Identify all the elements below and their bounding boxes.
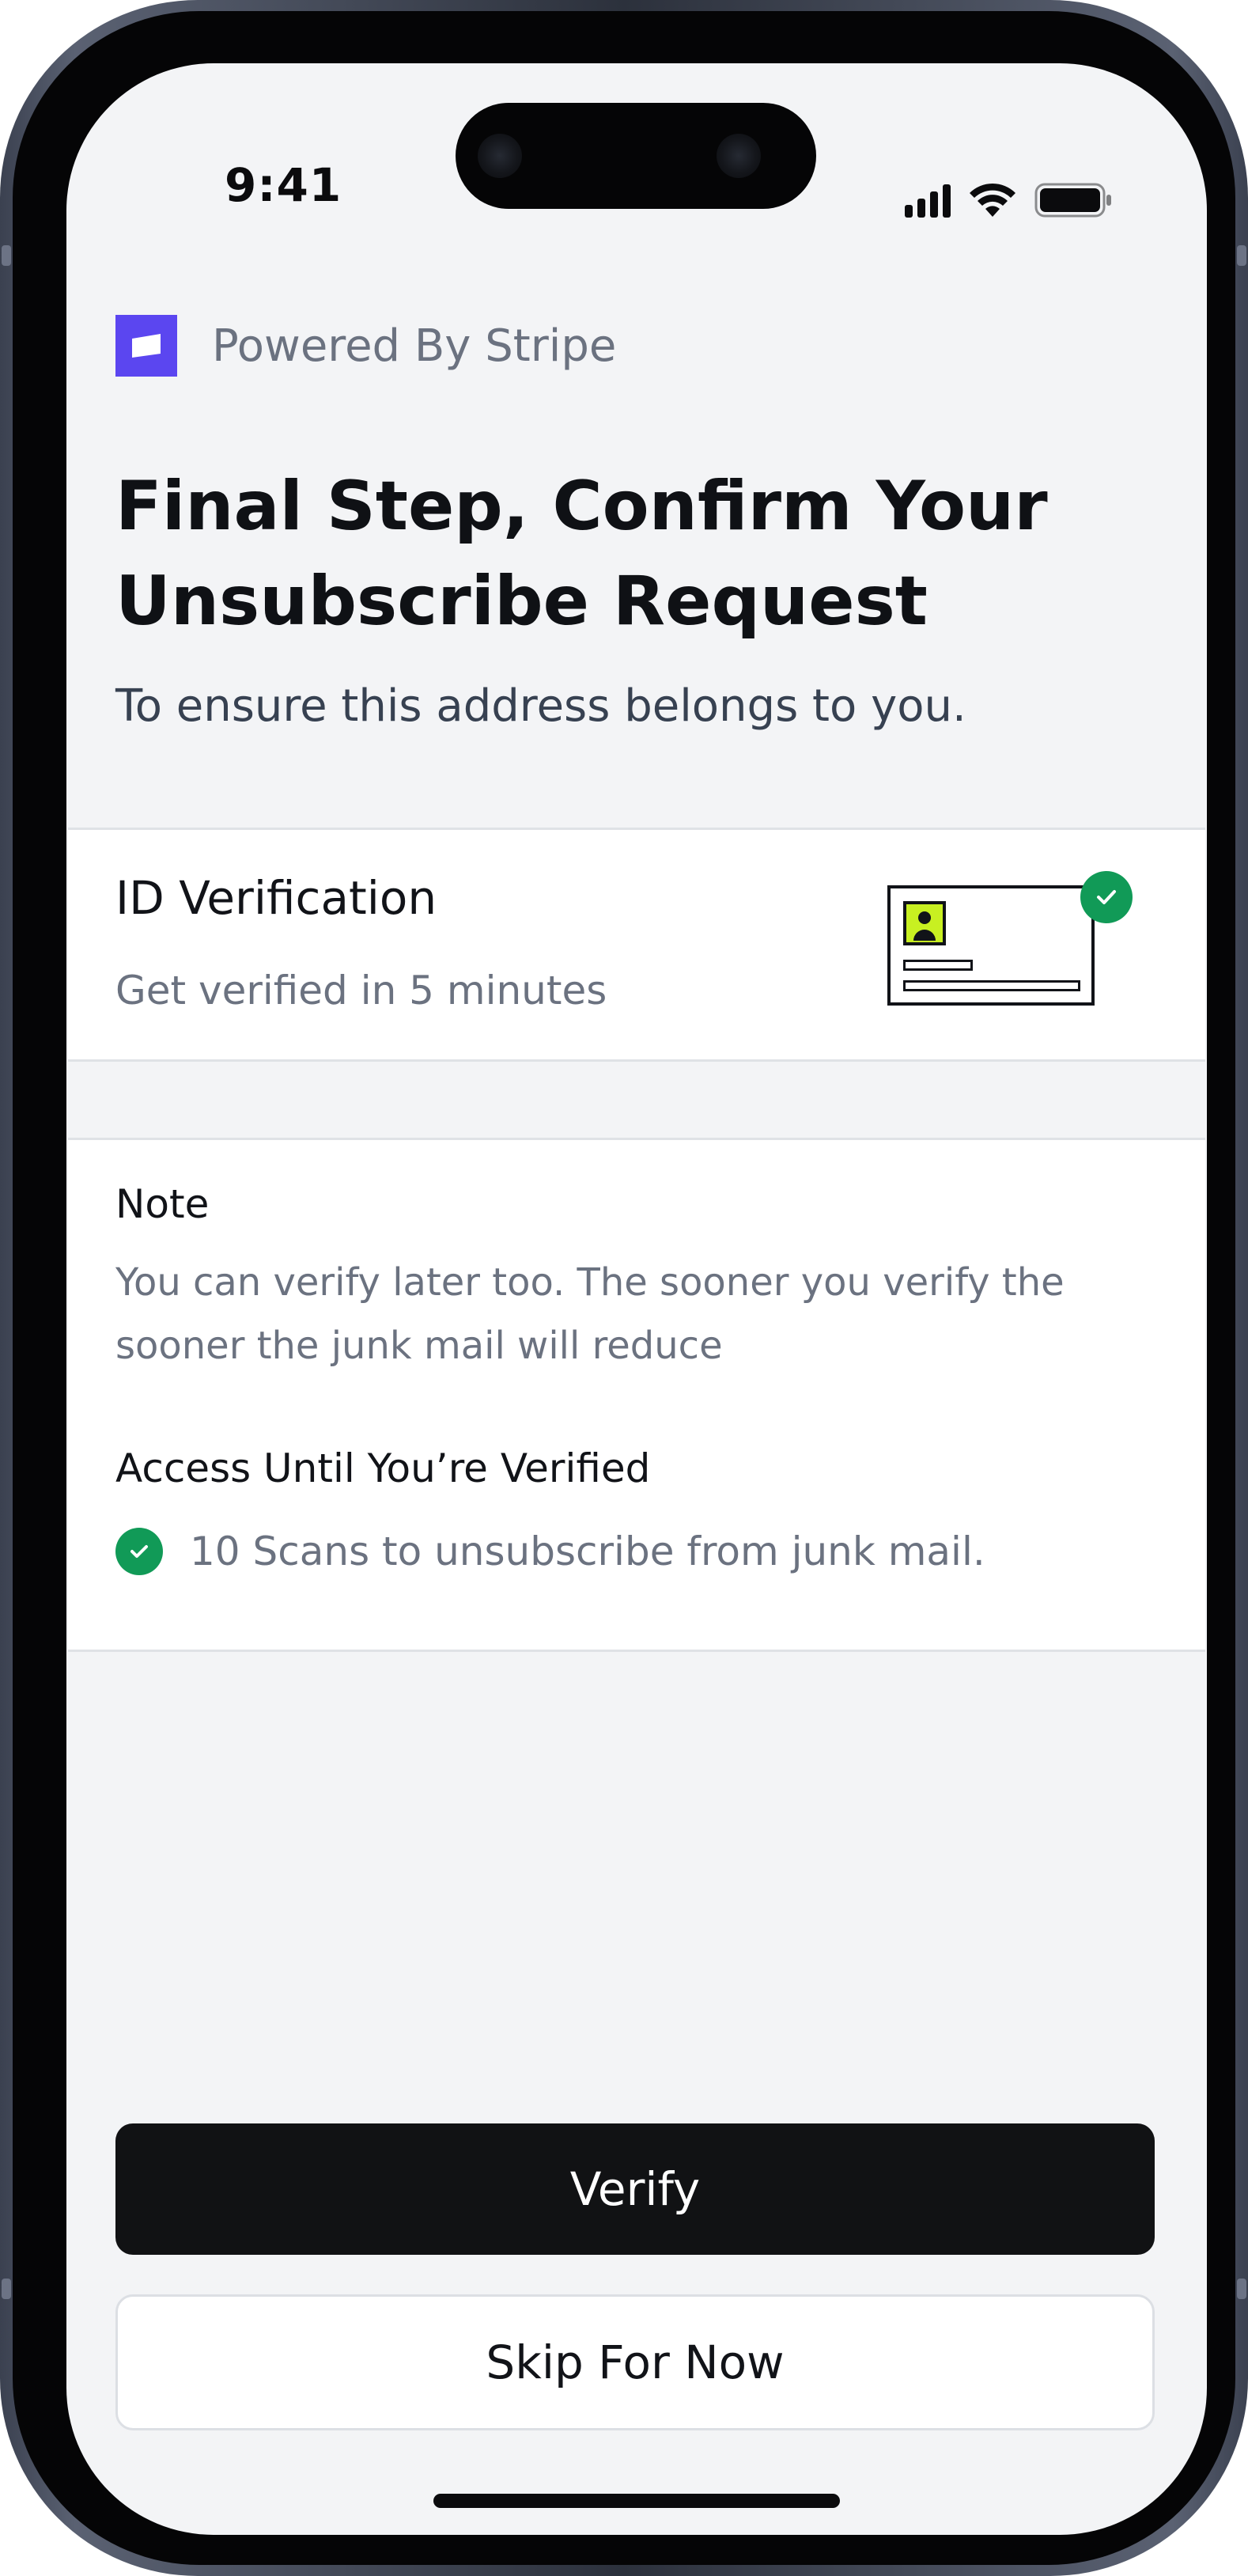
status-icons [905,182,1114,218]
note-title: Note [115,1181,210,1227]
stripe-logo-icon [115,315,177,377]
access-item-text: 10 Scans to unsubscribe from junk mail. [190,1529,985,1574]
brand-label: Powered By Stripe [212,320,617,372]
note-body: You can verify later too. The sooner you… [115,1260,1065,1368]
page-subtitle: To ensure this address belongs to you. [115,680,966,732]
id-verification-title: ID Verification [115,871,437,925]
camera-lens [478,134,522,178]
status-time: 9:41 [225,158,342,212]
home-indicator[interactable] [433,2494,840,2508]
access-item: 10 Scans to unsubscribe from junk mail. [115,1528,985,1575]
device-side-button [1237,245,1246,266]
page-title: Final Step, Confirm Your Unsubscribe Req… [115,467,1048,641]
id-verification-subtitle: Get verified in 5 minutes [115,968,607,1013]
app-screen: 9:41 Powered By Stripe Final Step, Confi… [66,63,1207,2535]
check-circle-icon [115,1528,163,1575]
device-side-button [2,2279,11,2299]
id-verification-card[interactable]: ID Verification Get verified in 5 minute… [68,828,1205,1062]
skip-for-now-button[interactable]: Skip For Now [115,2294,1155,2430]
id-line-short [903,960,973,971]
device-side-button [2,245,11,266]
cellular-signal-icon [905,183,951,218]
device-side-button [1237,2279,1246,2299]
device-bezel: 9:41 Powered By Stripe Final Step, Confi… [13,11,1235,2565]
access-title: Access Until You’re Verified [115,1445,651,1491]
wifi-icon [970,183,1015,217]
device-frame: 9:41 Powered By Stripe Final Step, Confi… [0,0,1248,2576]
id-card-icon [887,885,1095,1006]
id-line-long [903,980,1080,991]
note-card: Note You can verify later too. The soone… [68,1138,1205,1652]
check-circle-icon [1080,871,1133,923]
dynamic-island [456,103,816,209]
sensor-lens [717,134,761,178]
powered-by-brand: Powered By Stripe [115,315,616,377]
battery-icon [1034,183,1111,218]
id-photo [903,901,946,945]
verify-button[interactable]: Verify [115,2123,1155,2255]
